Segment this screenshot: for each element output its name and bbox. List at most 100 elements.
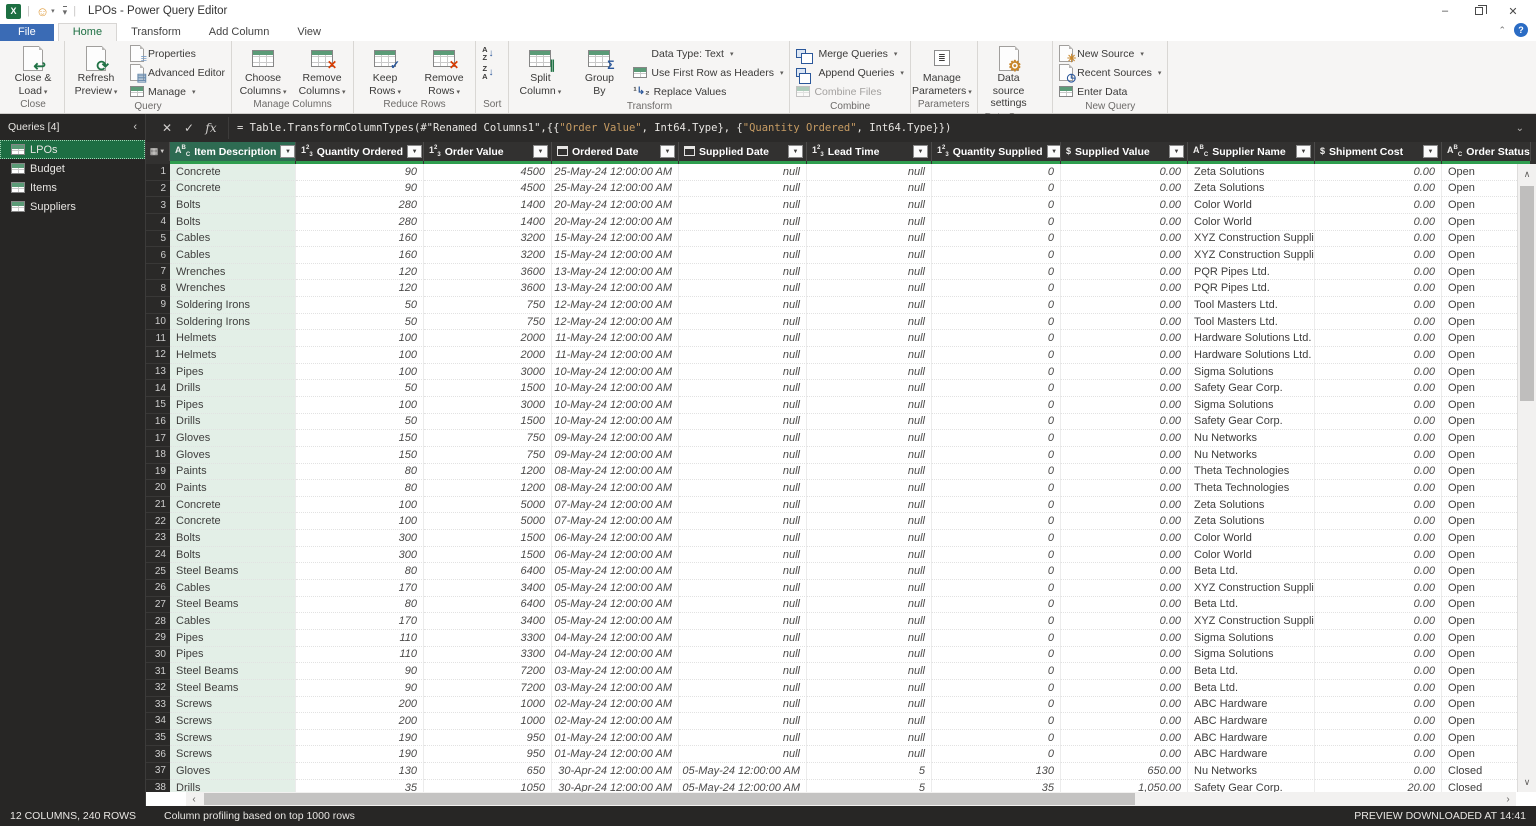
grid-cell[interactable]: null (679, 247, 807, 264)
feedback-smiley-icon[interactable]: ☺ (36, 5, 49, 18)
grid-cell[interactable]: 25-May-24 12:00:00 AM (552, 180, 679, 198)
grid-cell[interactable]: 0.00 (1315, 363, 1442, 381)
row-number[interactable]: 17 (146, 430, 170, 447)
grid-cell[interactable]: 0.00 (1061, 513, 1188, 531)
grid-cell[interactable]: 1500 (424, 546, 552, 564)
grid-cell[interactable]: 0 (932, 546, 1061, 564)
minimize-button[interactable]: – (1428, 1, 1462, 21)
grid-cell[interactable]: 3300 (424, 629, 552, 647)
grid-cell[interactable]: 5000 (424, 496, 552, 514)
grid-cell[interactable]: 01-May-24 12:00:00 AM (552, 729, 679, 747)
grid-cell[interactable]: 0.00 (1315, 313, 1442, 331)
grid-cell[interactable]: Drills (170, 779, 296, 792)
grid-cell[interactable]: null (807, 580, 932, 597)
grid-cell[interactable]: Cables (170, 247, 296, 264)
grid-cell[interactable]: null (679, 313, 807, 331)
filter-button[interactable]: ▼ (1169, 145, 1184, 158)
grid-cell[interactable]: Soldering Irons (170, 313, 296, 331)
grid-cell[interactable]: XYZ Construction Supplies (1188, 230, 1315, 248)
grid-cell[interactable]: Screws (170, 729, 296, 747)
grid-cell[interactable]: 0.00 (1061, 230, 1188, 248)
grid-cell[interactable]: 2000 (424, 347, 552, 364)
grid-cell[interactable]: Soldering Irons (170, 297, 296, 314)
grid-cell[interactable]: null (807, 330, 932, 348)
grid-cell[interactable]: 3600 (424, 280, 552, 298)
grid-cell[interactable]: Paints (170, 463, 296, 481)
filter-button[interactable]: ▼ (1046, 145, 1060, 158)
grid-cell[interactable]: 0.00 (1061, 463, 1188, 481)
row-number[interactable]: 2 (146, 180, 170, 198)
group-by-button[interactable]: Σ Group By (571, 43, 627, 99)
grid-cell[interactable]: 1500 (424, 413, 552, 431)
grid-cell[interactable]: 1400 (424, 213, 552, 231)
grid-cell[interactable]: 10-May-24 12:00:00 AM (552, 413, 679, 431)
grid-cell[interactable]: null (807, 646, 932, 664)
horizontal-scrollbar[interactable]: ‹ › (186, 792, 1516, 806)
grid-cell[interactable]: 0.00 (1315, 480, 1442, 497)
horizontal-scrollbar-thumb[interactable] (204, 793, 1135, 805)
grid-cell[interactable]: null (807, 563, 932, 581)
row-number[interactable]: 19 (146, 463, 170, 481)
grid-cell[interactable]: 100 (296, 330, 424, 348)
vertical-scrollbar[interactable]: ∧ ∨ (1517, 164, 1536, 792)
filter-button[interactable]: ▼ (660, 145, 675, 158)
tab-view[interactable]: View (283, 24, 335, 41)
grid-cell[interactable]: null (807, 347, 932, 364)
grid-cell[interactable]: 0.00 (1061, 347, 1188, 364)
grid-cell[interactable]: 3000 (424, 363, 552, 381)
row-number[interactable]: 34 (146, 713, 170, 730)
grid-cell[interactable]: 50 (296, 297, 424, 314)
grid-cell[interactable]: Concrete (170, 513, 296, 531)
enter-data-button[interactable]: Enter Data (1056, 82, 1164, 101)
grid-cell[interactable]: 0.00 (1061, 164, 1188, 181)
remove-rows-button[interactable]: ✕ Remove Rows ▾ (416, 43, 472, 99)
grid-cell[interactable]: 04-May-24 12:00:00 AM (552, 629, 679, 647)
grid-cell[interactable]: 0 (932, 396, 1061, 414)
grid-cell[interactable]: null (807, 546, 932, 564)
row-number[interactable]: 23 (146, 530, 170, 547)
grid-cell[interactable]: null (807, 180, 932, 198)
row-number[interactable]: 11 (146, 330, 170, 348)
grid-cell[interactable]: null (679, 230, 807, 248)
grid-cell[interactable]: null (679, 396, 807, 414)
grid-cell[interactable]: 0 (932, 363, 1061, 381)
grid-cell[interactable]: 130 (296, 763, 424, 780)
column-header-quantity-supplied[interactable]: 123 Quantity Supplied ▼ (932, 142, 1061, 161)
refresh-preview-button[interactable]: ⟳ Refresh Preview ▾ (68, 43, 124, 99)
grid-cell[interactable]: Wrenches (170, 280, 296, 298)
grid-cell[interactable]: 0.00 (1315, 164, 1442, 181)
grid-cell[interactable]: 1500 (424, 530, 552, 547)
grid-cell[interactable]: 110 (296, 646, 424, 664)
grid-cell[interactable]: 160 (296, 247, 424, 264)
grid-cell[interactable]: 01-May-24 12:00:00 AM (552, 746, 679, 764)
grid-cell[interactable]: 0.00 (1315, 546, 1442, 564)
grid-cell[interactable]: 750 (424, 313, 552, 331)
row-number[interactable]: 18 (146, 446, 170, 464)
row-number[interactable]: 9 (146, 297, 170, 314)
grid-cell[interactable]: 0 (932, 513, 1061, 531)
column-header-supplied-date[interactable]: Supplied Date ▼ (679, 142, 807, 161)
grid-cell[interactable]: 09-May-24 12:00:00 AM (552, 446, 679, 464)
grid-cell[interactable]: Gloves (170, 446, 296, 464)
grid-cell[interactable]: null (679, 746, 807, 764)
grid-cell[interactable]: 750 (424, 446, 552, 464)
row-number[interactable]: 3 (146, 197, 170, 214)
grid-cell[interactable]: 0 (932, 596, 1061, 614)
grid-cell[interactable]: null (807, 613, 932, 630)
grid-cell[interactable]: Zeta Solutions (1188, 513, 1315, 531)
grid-cell[interactable]: 190 (296, 746, 424, 764)
grid-cell[interactable]: null (679, 430, 807, 447)
grid-cell[interactable]: null (679, 596, 807, 614)
scroll-up-icon[interactable]: ∧ (1518, 166, 1536, 182)
grid-cell[interactable]: 0.00 (1061, 713, 1188, 730)
grid-cell[interactable]: 0.00 (1061, 496, 1188, 514)
grid-cell[interactable]: 0 (932, 430, 1061, 447)
column-header-order-status[interactable]: ABC Order Status (1442, 142, 1531, 161)
grid-cell[interactable]: Helmets (170, 330, 296, 348)
grid-cell[interactable]: 0.00 (1315, 629, 1442, 647)
grid-cell[interactable]: Screws (170, 713, 296, 730)
grid-cell[interactable]: Beta Ltd. (1188, 663, 1315, 680)
grid-cell[interactable]: 11-May-24 12:00:00 AM (552, 347, 679, 364)
grid-cell[interactable]: Gloves (170, 430, 296, 447)
grid-cell[interactable]: 1400 (424, 197, 552, 214)
